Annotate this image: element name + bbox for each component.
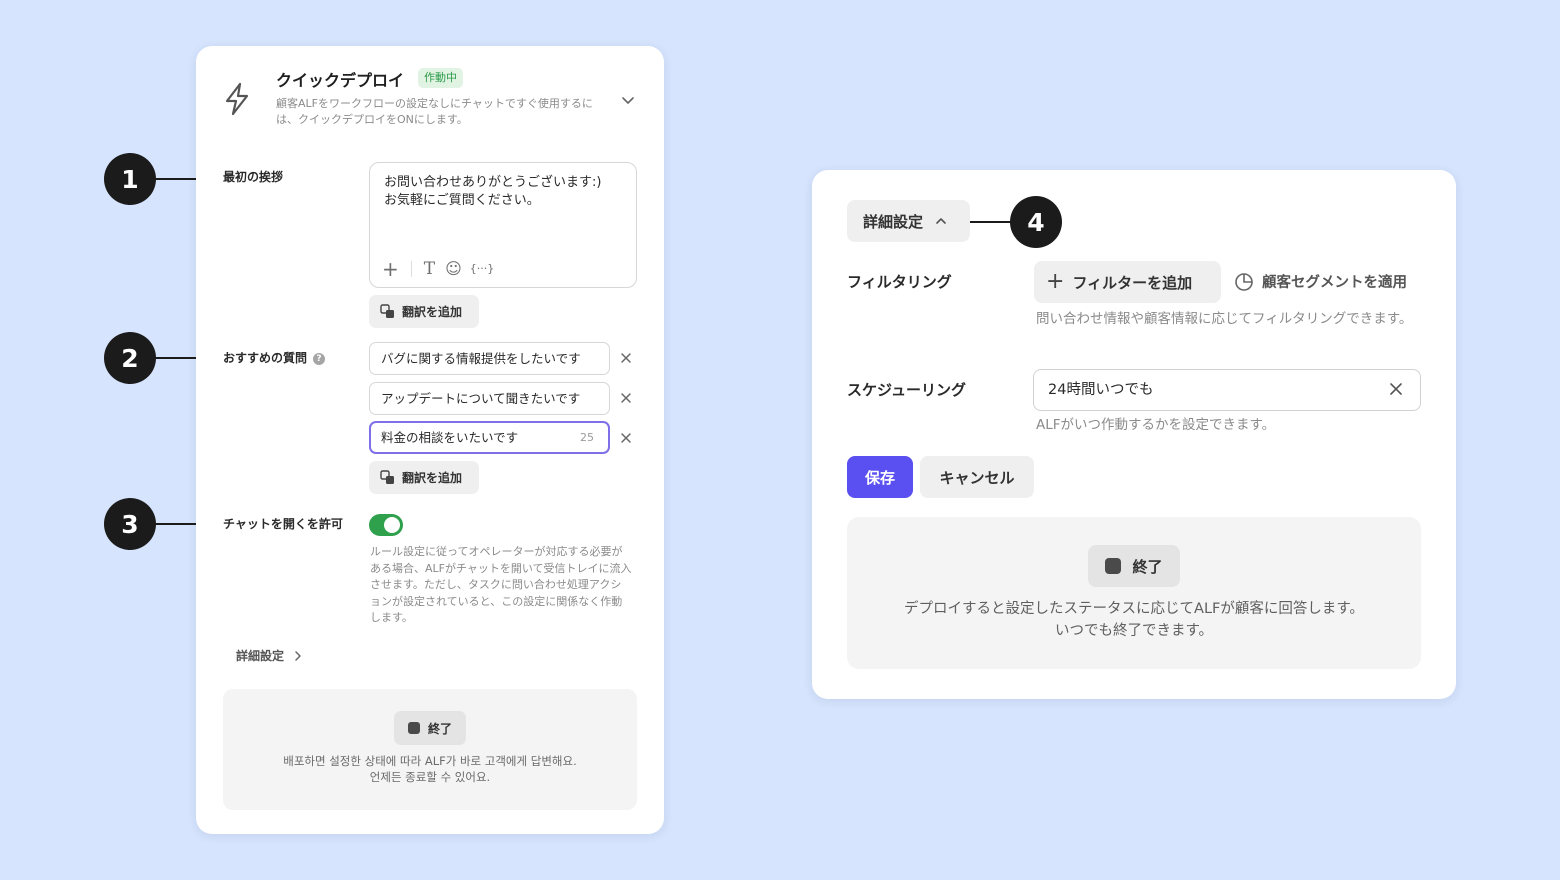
filtering-label: フィルタリング [847,273,952,291]
marker-line [154,178,196,180]
apply-segment-button[interactable]: 顧客セグメントを適用 [1234,271,1407,292]
close-icon[interactable] [1389,382,1403,396]
save-button[interactable]: 保存 [847,456,913,498]
allow-open-chat-toggle[interactable] [369,514,403,536]
chevron-right-icon [295,650,301,661]
marker-4: 4 [1010,196,1062,248]
marker-2: 2 [104,332,156,384]
plus-icon[interactable]: + [382,259,399,279]
toggle-knob [384,517,400,533]
greeting-text[interactable]: お問い合わせありがとうございます:) お気軽にご質問ください。 [384,174,601,210]
marker-line [154,523,196,525]
cancel-button[interactable]: キャンセル [920,456,1034,498]
stop-button[interactable]: 終了 [394,711,466,745]
question-text: バグに関する情報提供をしたいです [381,351,581,366]
advanced-settings-label: 詳細設定 [236,649,285,663]
stop-icon [407,722,420,734]
add-filter-button[interactable]: + フィルターを追加 [1034,261,1221,303]
stop-label: 終了 [1132,557,1163,576]
question-text: 料金の相談をいたいです [381,430,519,445]
scheduling-select[interactable]: 24時間いつでも [1033,369,1421,411]
advanced-settings-toggle[interactable]: 詳細設定 [847,200,970,242]
stop-icon [1105,558,1122,574]
toolbar-divider [410,261,412,277]
quick-deploy-title: クイックデプロイ [276,71,405,90]
marker-line [970,221,1014,223]
question-input[interactable]: バグに関する情報提供をしたいです [369,342,610,375]
translate-icon [380,304,394,318]
advanced-settings-header: 詳細設定 [863,212,924,231]
greeting-editor[interactable]: お問い合わせありがとうございます:) お気軽にご質問ください。 + T ☺ {·… [369,162,637,288]
help-icon[interactable]: ? [313,352,326,365]
lightning-icon [225,82,249,116]
question-input-focused[interactable]: 料金の相談をいたいです 25 [369,421,610,454]
editor-toolbar: + T ☺ {···} [382,259,494,279]
status-badge: 作動中 [418,68,463,88]
deploy-note: デプロイすると設定したステータスに応じてALFが顧客に回答します。 いつでも終了… [847,598,1421,642]
suggested-questions-text: おすすめの質問 [223,351,308,365]
close-icon[interactable] [619,351,633,365]
quick-deploy-description: 顧客ALFをワークフローの設定なしにチャットですぐ使用するには、クイックデプロイ… [276,97,593,126]
close-icon[interactable] [619,431,633,445]
plus-icon: + [1046,269,1065,294]
filtering-hint: 問い合わせ情報や顧客情報に応じてフィルタリングできます。 [1036,311,1413,327]
question-text: アップデートについて聞きたいです [381,391,581,406]
scheduling-label: スケジューリング [847,381,966,399]
chevron-down-icon[interactable] [620,92,636,108]
scheduling-hint: ALFがいつ作動するかを設定できます。 [1036,417,1276,433]
apply-segment-label: 顧客セグメントを適用 [1262,275,1407,291]
allow-open-chat-description: ルール設定に従ってオペレーターが対応する必要がある場合、ALFがチャットを開いて… [370,545,632,624]
deploy-note-text: デプロイすると設定したステータスに応じてALFが顧客に回答します。 いつでも終了… [904,601,1364,639]
emoji-icon[interactable]: ☺ [445,259,462,279]
pie-chart-icon [1235,272,1253,291]
deploy-panel [223,689,637,810]
variable-icon[interactable]: {···} [470,259,495,279]
text-format-icon[interactable]: T [424,259,435,279]
greeting-label: 最初の挨拶 [223,170,284,184]
marker-line [154,357,196,359]
deploy-panel [847,517,1421,669]
translate-icon [380,470,394,484]
add-filter-label: フィルターを追加 [1072,273,1193,292]
chevron-up-icon [936,218,946,224]
add-translation-label: 翻訳を追加 [402,305,463,319]
stop-label: 終了 [427,721,452,736]
stop-button[interactable]: 終了 [1088,545,1180,587]
deploy-note: 배포하면 설정한 상태에 따라 ALF가 바로 고객에게 답변해요. 언제든 종… [223,753,637,785]
add-translation-label: 翻訳を追加 [402,471,463,485]
marker-1: 1 [104,153,156,205]
add-translation-button[interactable]: 翻訳を追加 [369,461,479,494]
advanced-settings-link[interactable]: 詳細設定 [236,647,302,664]
suggested-questions-label: おすすめの質問? [223,349,326,366]
allow-open-chat-label: チャットを開くを許可 [223,517,343,531]
character-count: 25 [580,431,594,444]
marker-3: 3 [104,498,156,550]
add-translation-button[interactable]: 翻訳を追加 [369,295,479,328]
question-input[interactable]: アップデートについて聞きたいです [369,382,610,415]
deploy-note-text: 배포하면 설정한 상태에 따라 ALF가 바로 고객에게 답변해요. 언제든 종… [283,754,577,784]
close-icon[interactable] [619,391,633,405]
scheduling-value: 24時間いつでも [1048,382,1154,398]
